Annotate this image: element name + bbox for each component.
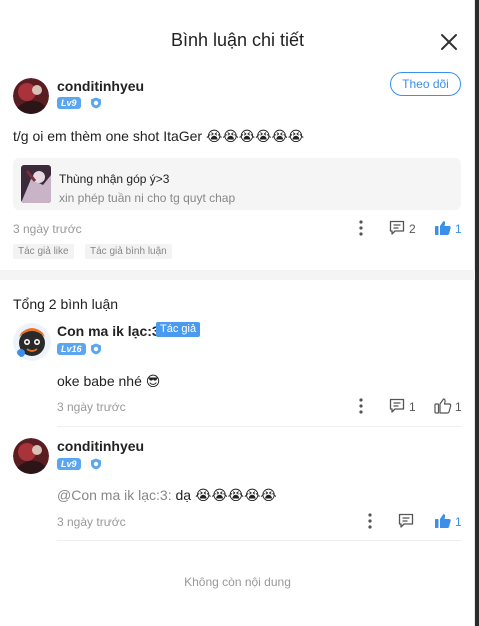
avatar[interactable] [13, 78, 49, 114]
sunglasses-emoji: 😎 [145, 373, 161, 389]
crying-emoji: 😭 [222, 128, 239, 144]
avatar[interactable] [13, 323, 51, 361]
comment-reply-count: 1 [409, 400, 416, 414]
follow-button[interactable]: Theo dõi [390, 72, 461, 96]
mention-link[interactable]: @Con ma ik lạc:3: [57, 487, 172, 503]
chapter-title: Thùng nhận góp ý>3 [59, 172, 170, 186]
author-liked-tag: Tác giả like [13, 244, 74, 259]
level-badge: Lv16 [57, 343, 86, 355]
more-options-icon[interactable] [367, 513, 373, 529]
comment-text-content: dạ [175, 487, 192, 503]
level-badge: Lv9 [57, 97, 81, 109]
page-title: Bình luận chi tiết [170, 30, 305, 50]
post-text: t/g oi em thèm one shot ItaGer 😭😭😭😭😭😭 [13, 128, 304, 145]
comment-timestamp: 3 ngày trước [57, 400, 126, 414]
crying-emoji: 😭 [255, 128, 272, 144]
post-timestamp: 3 ngày trước [13, 222, 82, 236]
comment-like-count: 1 [455, 515, 462, 529]
crying-emoji: 😭 [238, 128, 256, 144]
comment-detail-panel: Bình luận chi tiết conditinhyeu Lv9 Theo… [0, 0, 475, 626]
section-separator [0, 270, 475, 280]
close-icon[interactable] [438, 31, 460, 53]
comment-icon[interactable] [389, 398, 405, 414]
header: Bình luận chi tiết [0, 0, 475, 82]
scrollbar[interactable] [475, 0, 479, 626]
post-comment-count: 2 [409, 222, 416, 236]
like-filled-icon[interactable] [434, 220, 452, 236]
crying-emoji: 😭 [271, 128, 288, 144]
comment-timestamp: 3 ngày trước [57, 515, 126, 529]
chapter-subtitle: xin phép tuần ni cho tg quyt chap [59, 191, 236, 205]
total-comments-label: Tổng 2 bình luận [13, 296, 119, 312]
author-commented-tag: Tác giả bình luận [85, 244, 172, 259]
author-badge: Tác giả [156, 322, 201, 337]
comment-text: @Con ma ik lạc:3: dạ 😭😭😭😭😭 [57, 487, 277, 504]
comment-icon[interactable] [398, 513, 414, 529]
crying-emoji: 😭 [194, 487, 212, 503]
comment-text-content: oke babe nhé [57, 373, 142, 389]
crying-emoji: 😭 [260, 487, 277, 503]
like-filled-icon[interactable] [434, 513, 452, 529]
comment-username[interactable]: Con ma ik lạc:3 [57, 323, 160, 339]
verified-shield-icon [91, 458, 101, 470]
crying-emoji: 😭 [206, 128, 223, 144]
level-badge: Lv9 [57, 458, 81, 470]
comment-like-count: 1 [455, 400, 462, 414]
avatar[interactable] [13, 438, 49, 474]
referenced-chapter-card[interactable]: Thùng nhận góp ý>3 xin phép tuần ni cho … [13, 158, 461, 210]
like-outline-icon[interactable] [434, 398, 452, 414]
comment-icon[interactable] [389, 220, 405, 236]
crying-emoji: 😭 [211, 487, 228, 503]
post-like-count: 1 [455, 222, 462, 236]
chapter-thumbnail [21, 165, 51, 203]
comment-text: oke babe nhé 😎 [57, 373, 160, 390]
end-of-content-label: Không còn nội dung [184, 575, 291, 589]
comment-divider [57, 426, 461, 427]
crying-emoji: 😭 [244, 487, 261, 503]
post-text-content: t/g oi em thèm one shot ItaGer [13, 128, 203, 144]
post-username[interactable]: conditinhyeu [57, 78, 144, 94]
comment-divider [57, 540, 461, 541]
more-options-icon[interactable] [358, 220, 364, 236]
crying-emoji: 😭 [287, 128, 305, 144]
crying-emoji: 😭 [227, 487, 245, 503]
verified-shield-icon [91, 97, 101, 109]
more-options-icon[interactable] [358, 398, 364, 414]
verified-shield-icon [91, 343, 101, 355]
comment-username[interactable]: conditinhyeu [57, 438, 144, 454]
